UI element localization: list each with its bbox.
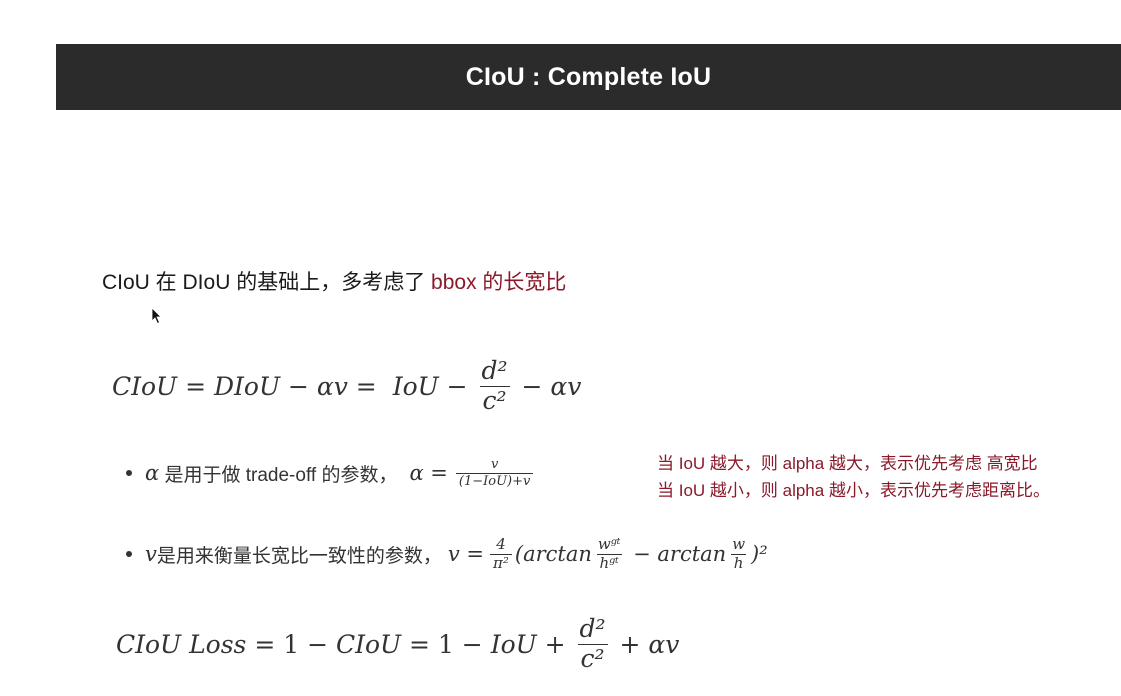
bullet2-symbol: v [145,542,157,566]
final-frac-num: d² [579,614,606,644]
bullet2-coef-den: π² [490,553,512,572]
bullet-dot [126,551,132,557]
final-lhs: CIoU Loss [116,629,247,659]
mouse-pointer-icon [151,307,162,325]
eq1-fraction: d² c² [479,358,511,414]
final-iou: IoU [490,629,537,659]
eq1-iou: IoU [392,371,439,401]
alpha-note: 当 IoU 越大，则 alpha 越大，表示优先考虑 高宽比 当 IoU 越小，… [657,450,1050,504]
final-eq2: = 1 − [401,629,491,659]
intro-text: CIoU 在 DIoU 的基础上，多考虑了 [102,271,432,294]
intro-sentence: CIoU 在 DIoU 的基础上，多考虑了 bbox 的长宽比 [102,266,566,296]
eq1-minus-alpha-v: − αv = [280,371,385,401]
bullet1-fraction: v (1−IoU)+v [455,456,534,489]
final-fraction: d² c² [577,616,609,672]
bullet2-coef-num: 4 [496,534,506,553]
intro-highlight: bbox 的长宽比 [431,271,567,294]
bullet2-lhs: v = [447,542,485,566]
bullet2-mid: − arctan [626,542,727,566]
eq1-frac-num: d² [481,356,508,386]
final-eq: = 1 − [246,629,336,659]
eq1-frac-den: c² [479,385,510,414]
ciou-loss-equation: CIoU Loss = 1 − CIoU = 1 − IoU + d² c² +… [116,606,679,682]
bullet1-lhs: α = [409,461,448,485]
bullet2-pred-num: w [732,534,746,553]
bullet1-text: 是用于做 trade-off 的参数， [159,464,398,486]
note-line-1: 当 IoU 越大，则 alpha 越大，表示优先考虑 高宽比 [657,454,1038,473]
bullet2-gt-den: hᵍᵗ [596,553,622,572]
eq1-diou: DIoU [213,371,281,401]
eq1-minus: − [438,371,476,401]
final-frac-den: c² [577,643,608,672]
ciou-equation: CIoU = DIoU − αv = IoU − d² c² − αv [112,348,581,424]
final-tail: + αv [611,629,680,659]
eq1-lhs: CIoU [112,371,178,401]
slide-title-bar: CIoU : Complete IoU [56,44,1121,110]
final-plus: + [536,629,574,659]
final-ciou: CIoU [335,629,402,659]
bullet2-open: (arctan [514,542,592,566]
slide-title: CIoU : Complete IoU [465,62,712,91]
bullet1-frac-den: (1−IoU)+v [455,472,534,489]
note-line-2: 当 IoU 越小，则 alpha 越小，表示优先考虑距离比。 [657,481,1050,500]
bullet-v: v 是用来衡量长宽比一致性的参数， v = 4 π² (arctan wᵍᵗ h… [126,528,768,580]
bullet2-pred-den: h [730,553,747,572]
bullet2-coef-fraction: 4 π² [490,534,512,572]
bullet-dot [126,470,132,476]
bullet1-frac-num: v [490,456,499,472]
bullet2-pred-fraction: w h [729,534,748,572]
bullet2-gt-fraction: wᵍᵗ hᵍᵗ [595,534,624,572]
bullet2-gt-num: wᵍᵗ [597,534,621,553]
bullet2-text: 是用来衡量长宽比一致性的参数， [156,545,442,567]
bullet-alpha: α 是用于做 trade-off 的参数， α = v (1−IoU)+v [126,448,536,498]
bullet1-symbol: α [145,461,160,485]
bullet2-close: )² [751,542,768,566]
eq1-eq: = [177,371,214,401]
eq1-tail: − αv [513,371,582,401]
